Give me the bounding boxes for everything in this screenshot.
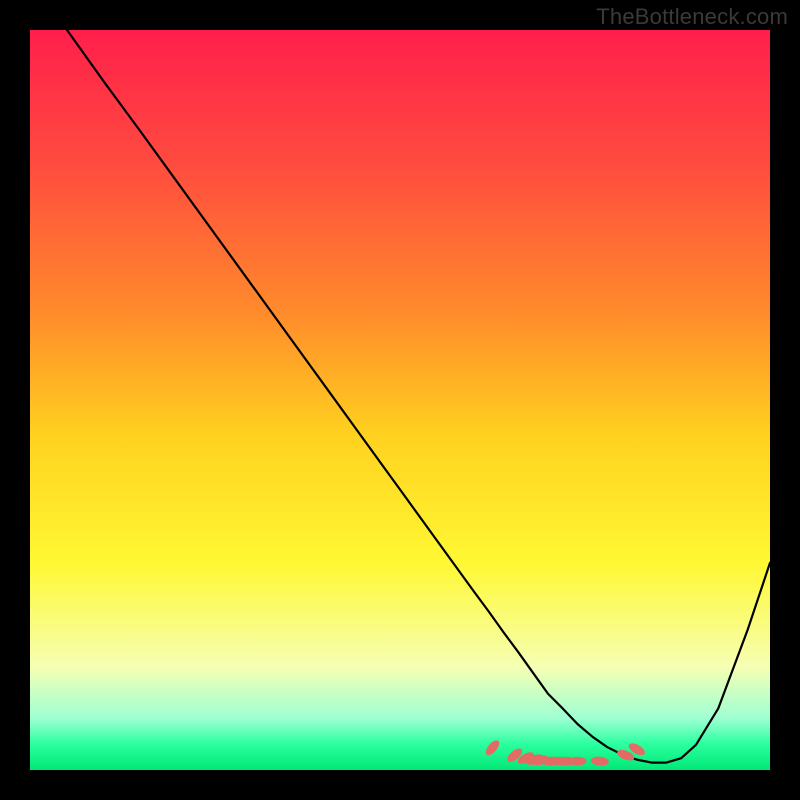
chart-container: TheBottleneck.com (0, 0, 800, 800)
trough-marker (569, 757, 587, 766)
bottleneck-chart (30, 30, 770, 770)
watermark-text: TheBottleneck.com (596, 4, 788, 30)
gradient-background (30, 30, 770, 770)
